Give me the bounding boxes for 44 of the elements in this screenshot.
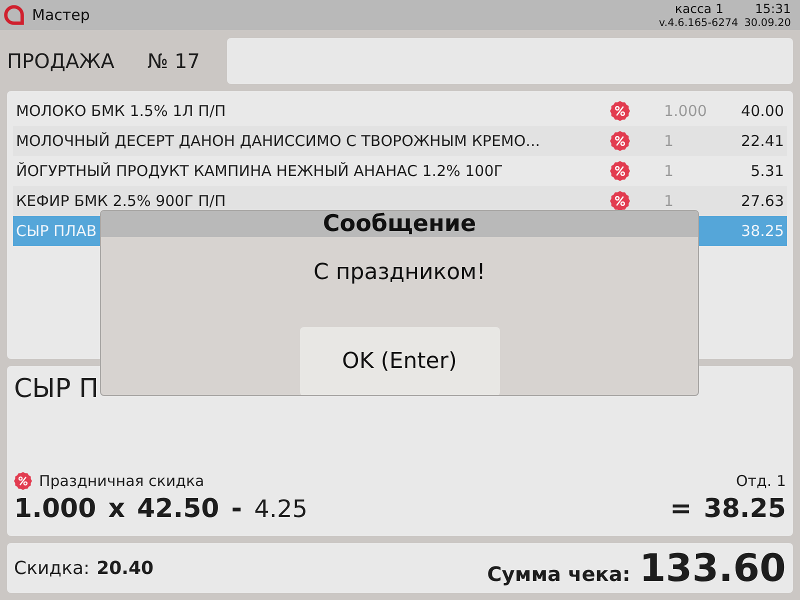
item-name: МОЛОКО БМК 1.5% 1Л П/П: [16, 103, 226, 119]
quantity-value: 1.000: [14, 494, 96, 524]
discount-amount: 4.25: [254, 495, 308, 523]
discount-total: 20.40: [96, 558, 154, 578]
item-price: 22.41: [740, 133, 784, 149]
item-quantity: 1: [664, 163, 675, 179]
multiply-sign: x: [108, 494, 126, 524]
item-name: КЕФИР БМК 2.5% 900Г П/П: [16, 193, 226, 209]
version-label: v.4.6.165-6274: [658, 16, 738, 30]
item-price: 38.25: [740, 223, 784, 239]
item-name: ЙОГУРТНЫЙ ПРОДУКТ КАМПИНА НЕЖНЫЙ АНАНАС 1.2% 100Г: [16, 163, 503, 179]
minus-sign: -: [231, 494, 242, 524]
item-row[interactable]: МОЛОЧНЫЙ ДЕСЕРТ ДАНОН ДАНИССИМО С ТВОРОЖНЫМ КРЕМО... 1 22.41: [13, 126, 787, 156]
item-row[interactable]: МОЛОКО БМК 1.5% 1Л П/П 1.000 40.00: [13, 96, 787, 126]
logo-icon: [4, 5, 24, 25]
department-label: Отд. 1: [736, 472, 786, 490]
item-name: МОЛОЧНЫЙ ДЕСЕРТ ДАНОН ДАНИССИМО С ТВОРОЖНЫМ КРЕМО...: [16, 133, 540, 149]
unit-price: 42.50: [137, 494, 220, 524]
date-label: 30.09.20: [744, 16, 791, 30]
item-quantity: 1: [664, 133, 675, 149]
dialog-message: С праздником!: [314, 259, 486, 287]
app-name: Мастер: [32, 6, 90, 24]
line-total: 38.25: [704, 494, 786, 524]
item-price: 5.31: [750, 163, 784, 179]
equals-sign: =: [670, 494, 692, 524]
percent-badge-icon: [14, 472, 32, 490]
receipt-total: 133.60: [639, 546, 786, 590]
discount-label: Скидка:: [14, 558, 90, 578]
ok-button[interactable]: OK (Enter): [300, 327, 500, 395]
item-title: СЫР П: [14, 373, 99, 406]
item-name: СЫР ПЛАВ: [16, 223, 97, 239]
receipt-number: № 17: [147, 49, 200, 73]
total-label: Сумма чека:: [487, 562, 630, 586]
item-row[interactable]: ЙОГУРТНЫЙ ПРОДУКТ КАМПИНА НЕЖНЫЙ АНАНАС 1.2% 100Г 1 5.31: [13, 156, 787, 186]
discount-name: Праздничная скидка: [39, 472, 204, 490]
sale-title: ПРОДАЖА: [7, 49, 114, 73]
dialog-title: Сообщение: [101, 211, 698, 237]
clock-time: 15:31: [754, 0, 791, 16]
input-field[interactable]: [226, 38, 793, 84]
item-price: 40.00: [740, 103, 784, 119]
item-quantity: 1: [664, 193, 675, 209]
item-price: 27.63: [740, 193, 784, 209]
register-label: касса 1: [674, 0, 724, 16]
item-quantity: 1.000: [664, 103, 708, 119]
